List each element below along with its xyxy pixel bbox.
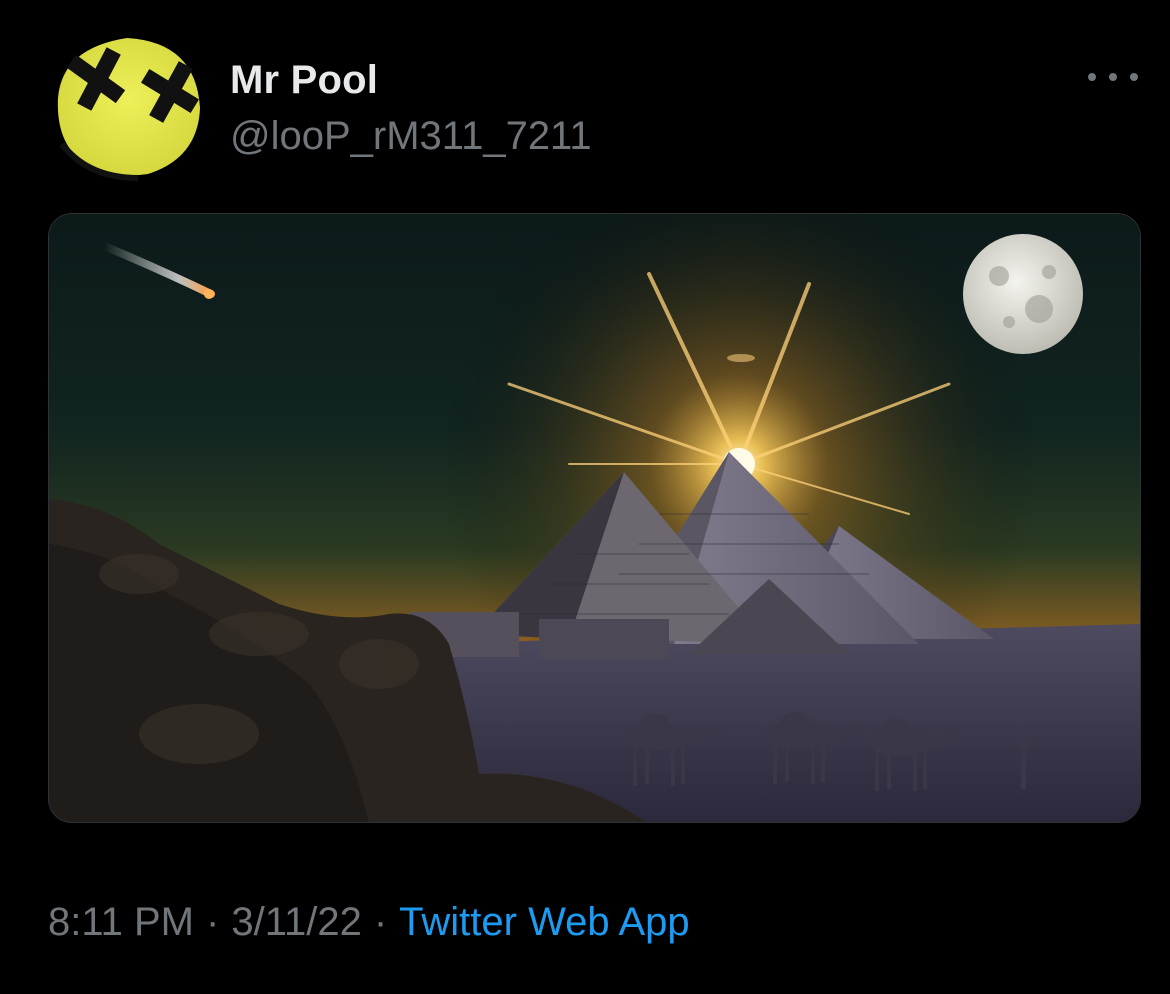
more-dot — [1109, 73, 1117, 81]
tweet-image[interactable] — [48, 213, 1141, 823]
author-handle[interactable]: @looP_rM311_7211 — [230, 114, 592, 159]
avatar-image — [48, 28, 206, 186]
meta-separator: · — [206, 900, 220, 944]
more-dot — [1130, 73, 1138, 81]
meta-separator: · — [373, 900, 388, 944]
more-options-button[interactable] — [1088, 62, 1138, 92]
avatar[interactable] — [48, 28, 206, 186]
pyramids-night-image — [49, 214, 1140, 822]
tweet-date[interactable]: 3/11/22 — [231, 900, 362, 944]
more-dots-icon — [1088, 73, 1096, 81]
tweet-source-link[interactable]: Twitter Web App — [399, 900, 690, 944]
author-display-name[interactable]: Mr Pool — [230, 58, 378, 103]
tweet-time[interactable]: 8:11 PM — [48, 900, 194, 944]
tweet: Mr Pool @looP_rM311_7211 8:11 PM · 3/11/… — [0, 0, 1170, 994]
tweet-meta: 8:11 PM · 3/11/22 · Twitter Web App — [48, 900, 690, 945]
